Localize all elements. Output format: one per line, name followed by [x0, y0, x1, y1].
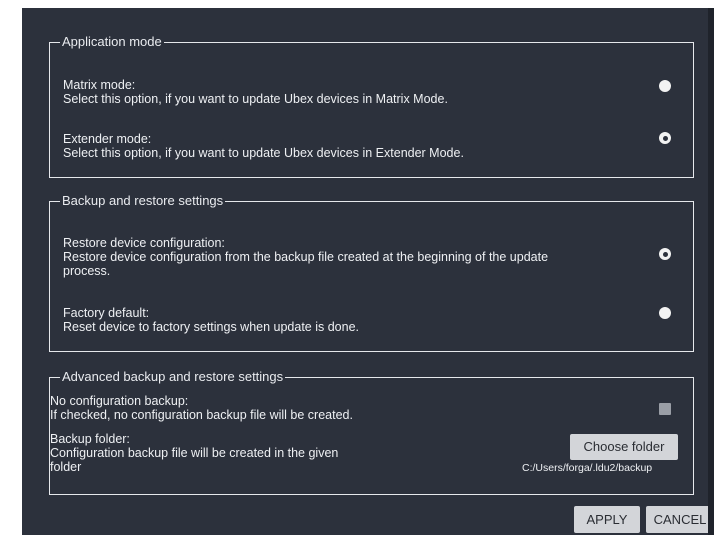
backup-folder-path: C:/Users/forga/.ldu2/backup [522, 462, 653, 474]
option-title: Restore device configuration: [63, 236, 225, 250]
group-legend: Advanced backup and restore settings [62, 369, 284, 384]
matrix-mode-radio[interactable] [659, 80, 671, 92]
no-backup-option: No configuration backup: If checked, no … [50, 394, 610, 422]
option-desc-cont: process. [63, 264, 111, 278]
backup-folder-option: Backup folder: Configuration backup file… [50, 432, 470, 474]
option-desc: Select this option, if you want to updat… [63, 92, 448, 106]
apply-button[interactable]: APPLY [574, 506, 640, 533]
extender-mode-option[interactable]: Extender mode: Select this option, if yo… [63, 132, 623, 160]
option-title: Extender mode: [63, 132, 152, 146]
group-legend: Application mode [62, 34, 162, 49]
restore-config-option[interactable]: Restore device configuration: Restore de… [63, 236, 643, 278]
factory-default-option[interactable]: Factory default: Reset device to factory… [63, 306, 623, 334]
option-desc: Select this option, if you want to updat… [63, 146, 464, 160]
option-title: Matrix mode: [63, 78, 136, 92]
extender-mode-radio[interactable] [659, 132, 671, 144]
option-title: Backup folder: [50, 432, 130, 446]
choose-folder-button[interactable]: Choose folder [570, 434, 678, 460]
option-desc: If checked, no configuration backup file… [50, 408, 353, 422]
cancel-button[interactable]: CANCEL [646, 506, 714, 533]
matrix-mode-option[interactable]: Matrix mode: Select this option, if you … [63, 78, 623, 106]
restore-config-radio[interactable] [659, 248, 671, 260]
option-title: Factory default: [63, 306, 150, 320]
settings-dialog: Application mode Matrix mode: Select thi… [22, 8, 714, 535]
option-desc: Reset device to factory settings when up… [63, 320, 360, 334]
option-desc: Configuration backup file will be create… [50, 446, 339, 460]
option-title: No configuration backup: [50, 394, 189, 408]
group-legend: Backup and restore settings [62, 193, 224, 208]
factory-default-radio[interactable] [659, 307, 671, 319]
window-edge [708, 8, 714, 535]
option-desc-cont: folder [50, 460, 82, 474]
option-desc: Restore device configuration from the ba… [63, 250, 549, 264]
no-backup-checkbox[interactable] [659, 403, 671, 415]
